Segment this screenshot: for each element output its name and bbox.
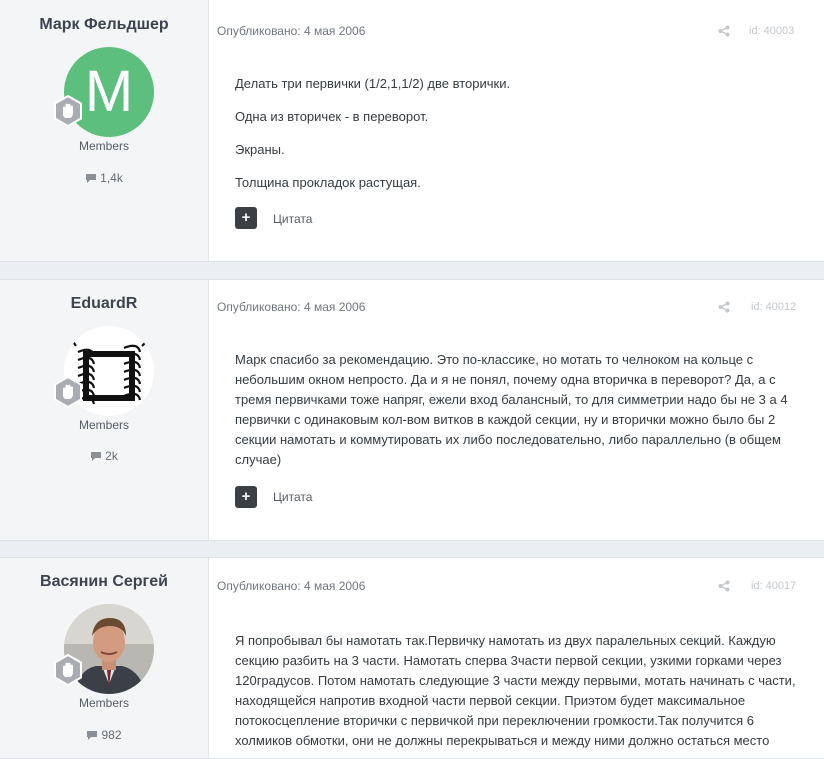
share-icon[interactable]	[718, 580, 730, 592]
post-count: 2k	[0, 449, 208, 463]
post-count-value: 1,4k	[100, 171, 123, 185]
comment-icon	[87, 731, 98, 741]
author-panel: EduardR Members 2k	[0, 280, 209, 540]
post-id[interactable]: id: 40003	[749, 25, 794, 37]
post-paragraph: Экраны.	[235, 142, 285, 157]
post-id[interactable]: id: 40012	[751, 301, 796, 313]
member-group: Members	[78, 139, 129, 153]
author-name[interactable]: EduardR	[0, 295, 208, 313]
rank-badge-icon	[54, 376, 82, 408]
member-group: Members	[78, 696, 129, 710]
post-count: 1,4k	[0, 171, 208, 185]
published-date[interactable]: Опубликовано: 4 мая 2006	[217, 300, 365, 314]
post-paragraph: Толщина прокладок растущая.	[235, 175, 421, 190]
post-count-value: 982	[101, 728, 122, 742]
post-id[interactable]: id: 40017	[751, 580, 796, 592]
post-2: EduardR Members 2k Опубликовано: 4 мая 2…	[0, 279, 824, 541]
author-panel: Марк Фельдшер M Members 1,4k	[0, 0, 209, 261]
post-paragraph: Марк спасибо за рекомендацию. Это по-кла…	[235, 352, 788, 467]
post-content: Делать три первички (1/2,1,1/2) две втор…	[235, 74, 800, 206]
rank-badge-icon	[54, 95, 82, 127]
member-group: Members	[78, 418, 129, 432]
post-3: Васянин Сергей Members 982 Опубликовано:…	[0, 557, 824, 759]
quote-plus-button[interactable]: +	[235, 486, 257, 508]
post-paragraph: Одна из вторичек - в переворот.	[235, 109, 429, 124]
share-icon[interactable]	[718, 25, 730, 37]
quote-button[interactable]: Цитата	[273, 490, 312, 504]
post-content: Марк спасибо за рекомендацию. Это по-кла…	[235, 350, 800, 483]
post-count-value: 2k	[105, 449, 118, 463]
rank-badge-icon	[54, 654, 82, 686]
share-icon[interactable]	[718, 301, 730, 313]
published-date[interactable]: Опубликовано: 4 мая 2006	[217, 579, 365, 593]
comment-icon	[91, 452, 102, 462]
post-paragraph: Я попробывал бы намотать так.Первичку на…	[235, 633, 796, 748]
comment-icon	[86, 174, 97, 184]
quote-button[interactable]: Цитата	[273, 212, 312, 226]
post-1: Марк Фельдшер M Members 1,4k Опубликован…	[0, 0, 824, 262]
quote-plus-button[interactable]: +	[235, 207, 257, 229]
post-content: Я попробывал бы намотать так.Первичку на…	[235, 631, 800, 758]
author-panel: Васянин Сергей Members 982	[0, 558, 209, 758]
published-date[interactable]: Опубликовано: 4 мая 2006	[217, 24, 365, 38]
post-count: 982	[0, 728, 208, 742]
post-paragraph: Делать три первички (1/2,1,1/2) две втор…	[235, 76, 511, 91]
author-name[interactable]: Марк Фельдшер	[0, 16, 208, 34]
author-name[interactable]: Васянин Сергей	[0, 573, 208, 591]
